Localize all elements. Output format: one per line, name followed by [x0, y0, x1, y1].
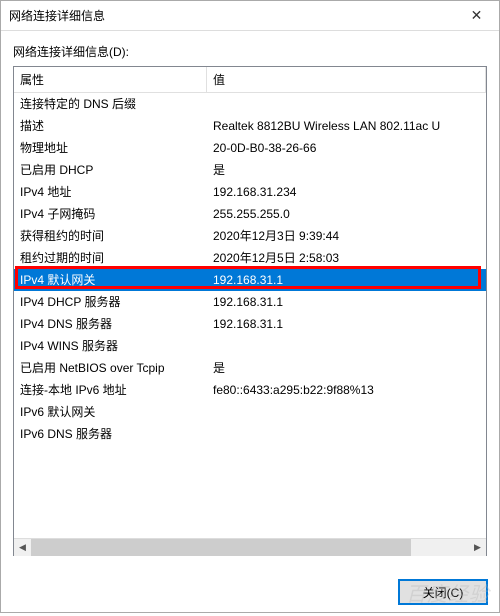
- table-row[interactable]: 描述Realtek 8812BU Wireless LAN 802.11ac U: [14, 115, 486, 137]
- details-listview: 属性 值 连接特定的 DNS 后缀描述Realtek 8812BU Wirele…: [13, 66, 487, 556]
- scroll-left-button[interactable]: ◀: [14, 539, 31, 556]
- rows-container: 连接特定的 DNS 后缀描述Realtek 8812BU Wireless LA…: [14, 93, 486, 445]
- property-cell: IPv4 默认网关: [14, 269, 207, 291]
- table-row[interactable]: 已启用 DHCP是: [14, 159, 486, 181]
- table-row[interactable]: IPv4 DNS 服务器192.168.31.1: [14, 313, 486, 335]
- scroll-thumb[interactable]: [31, 539, 411, 556]
- property-cell: IPv4 DNS 服务器: [14, 313, 207, 335]
- horizontal-scrollbar[interactable]: ◀ ▶: [14, 538, 486, 555]
- table-row[interactable]: 租约过期的时间2020年12月5日 2:58:03: [14, 247, 486, 269]
- table-row[interactable]: IPv6 默认网关: [14, 401, 486, 423]
- property-cell: 获得租约的时间: [14, 225, 207, 247]
- property-cell: IPv4 子网掩码: [14, 203, 207, 225]
- property-cell: IPv6 默认网关: [14, 401, 207, 423]
- property-cell: 连接特定的 DNS 后缀: [14, 93, 207, 115]
- header-row: 属性 值: [14, 67, 486, 93]
- property-cell: 已启用 DHCP: [14, 159, 207, 181]
- value-cell: 20-0D-B0-38-26-66: [207, 137, 486, 159]
- value-cell: 2020年12月3日 9:39:44: [207, 225, 486, 247]
- value-cell: 是: [207, 159, 486, 181]
- table-row[interactable]: 获得租约的时间2020年12月3日 9:39:44: [14, 225, 486, 247]
- value-cell: 2020年12月5日 2:58:03: [207, 247, 486, 269]
- value-cell: 192.168.31.1: [207, 269, 486, 291]
- property-cell: 租约过期的时间: [14, 247, 207, 269]
- details-label: 网络连接详细信息(D):: [13, 43, 487, 60]
- list-body: 属性 值 连接特定的 DNS 后缀描述Realtek 8812BU Wirele…: [14, 67, 486, 538]
- table-row[interactable]: IPv4 地址192.168.31.234: [14, 181, 486, 203]
- table-row[interactable]: 连接特定的 DNS 后缀: [14, 93, 486, 115]
- table-row[interactable]: IPv4 WINS 服务器: [14, 335, 486, 357]
- value-cell: [207, 335, 486, 357]
- property-cell: 已启用 NetBIOS over Tcpip: [14, 357, 207, 379]
- value-cell: 192.168.31.1: [207, 313, 486, 335]
- titlebar: 网络连接详细信息 ✕: [1, 1, 499, 31]
- property-cell: 描述: [14, 115, 207, 137]
- close-icon[interactable]: ✕: [454, 1, 499, 31]
- value-cell: 是: [207, 357, 486, 379]
- value-cell: Realtek 8812BU Wireless LAN 802.11ac U: [207, 115, 486, 137]
- scroll-track[interactable]: [31, 539, 469, 556]
- table-row[interactable]: 物理地址20-0D-B0-38-26-66: [14, 137, 486, 159]
- value-cell: [207, 401, 486, 423]
- header-value[interactable]: 值: [207, 67, 486, 92]
- table-row[interactable]: IPv4 子网掩码255.255.255.0: [14, 203, 486, 225]
- value-cell: 255.255.255.0: [207, 203, 486, 225]
- property-cell: IPv4 地址: [14, 181, 207, 203]
- close-button[interactable]: 关闭(C): [399, 580, 487, 604]
- property-cell: IPv4 WINS 服务器: [14, 335, 207, 357]
- property-cell: IPv4 DHCP 服务器: [14, 291, 207, 313]
- table-row[interactable]: IPv6 DNS 服务器: [14, 423, 486, 445]
- table-row[interactable]: IPv4 默认网关192.168.31.1: [14, 269, 486, 291]
- header-property[interactable]: 属性: [14, 67, 207, 92]
- table-row[interactable]: IPv4 DHCP 服务器192.168.31.1: [14, 291, 486, 313]
- scroll-right-button[interactable]: ▶: [469, 539, 486, 556]
- property-cell: 物理地址: [14, 137, 207, 159]
- value-cell: 192.168.31.1: [207, 291, 486, 313]
- window-title: 网络连接详细信息: [9, 7, 105, 24]
- property-cell: 连接-本地 IPv6 地址: [14, 379, 207, 401]
- table-row[interactable]: 连接-本地 IPv6 地址fe80::6433:a295:b22:9f88%13: [14, 379, 486, 401]
- button-bar: 关闭(C): [1, 568, 499, 616]
- value-cell: fe80::6433:a295:b22:9f88%13: [207, 379, 486, 401]
- value-cell: [207, 93, 486, 115]
- property-cell: IPv6 DNS 服务器: [14, 423, 207, 445]
- dialog-content: 网络连接详细信息(D): 属性 值 连接特定的 DNS 后缀描述Realtek …: [1, 31, 499, 568]
- value-cell: 192.168.31.234: [207, 181, 486, 203]
- table-row[interactable]: 已启用 NetBIOS over Tcpip是: [14, 357, 486, 379]
- value-cell: [207, 423, 486, 445]
